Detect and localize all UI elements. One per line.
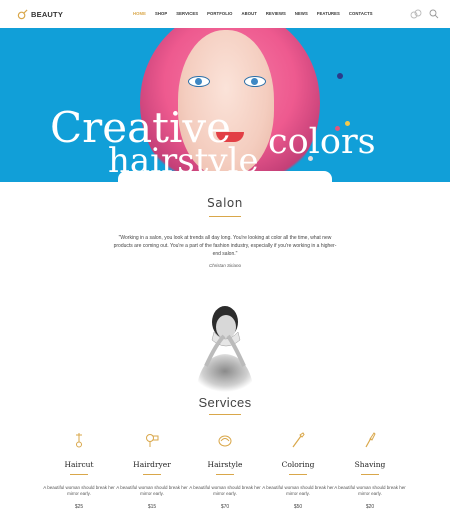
service-name: Hairdryer (133, 460, 171, 469)
service-card[interactable]: Shaving A beautiful woman should break h… (333, 432, 407, 510)
nav-home[interactable]: HOME (133, 11, 146, 16)
decor-dot (337, 73, 343, 79)
hero-tab (118, 171, 332, 193)
service-desc: A beautiful woman should break her mirro… (116, 485, 188, 496)
service-name: Hairstyle (207, 460, 243, 469)
service-name: Coloring (281, 460, 315, 469)
site-header: BEAUTY HOME SHOP SERVICES PORTFOLIO ABOU… (0, 0, 450, 28)
service-price: $50 (293, 504, 303, 510)
service-card[interactable]: Hairstyle A beautiful woman should break… (188, 432, 262, 510)
main-nav: HOME SHOP SERVICES PORTFOLIO ABOUT REVIE… (133, 11, 382, 16)
service-desc: A beautiful woman should break her mirro… (189, 485, 261, 496)
nav-shop[interactable]: SHOP (155, 11, 167, 16)
service-name: Haircut (64, 460, 94, 469)
brand-name: BEAUTY (31, 9, 64, 19)
service-divider (143, 474, 161, 475)
services-divider (209, 414, 241, 415)
hero-title-line3: colors (268, 122, 376, 162)
service-price: $15 (147, 504, 157, 510)
service-card[interactable]: Hairdryer A beautiful woman should break… (115, 432, 189, 510)
service-divider (289, 474, 307, 475)
service-name: Shaving (354, 460, 386, 469)
nav-portfolio[interactable]: PORTFOLIO (207, 11, 232, 16)
nav-reviews[interactable]: REVIEWS (266, 11, 286, 16)
service-divider (361, 474, 379, 475)
services-title: Services (198, 395, 252, 410)
nav-features[interactable]: FEATURES (317, 11, 340, 16)
salon-quote: "Working in a salon, you look at trends … (113, 235, 337, 257)
nav-about[interactable]: ABOUT (241, 11, 256, 16)
quote-author: Christan Siriano (208, 263, 241, 268)
service-card[interactable]: Coloring A beautiful woman should break … (261, 432, 335, 510)
brush-icon (292, 432, 305, 448)
service-desc: A beautiful woman should break her mirro… (334, 485, 406, 496)
header-actions (410, 8, 440, 20)
service-divider (216, 474, 234, 475)
search-icon[interactable] (428, 8, 440, 20)
service-divider (70, 474, 88, 475)
service-desc: A beautiful woman should break her mirro… (43, 485, 115, 496)
salon-title: Salon (207, 196, 243, 210)
logo-icon (17, 8, 28, 19)
nav-services[interactable]: SERVICES (176, 11, 198, 16)
nav-news[interactable]: NEWS (295, 11, 308, 16)
logo[interactable]: BEAUTY (17, 8, 63, 20)
hair-icon (218, 435, 232, 447)
service-desc: A beautiful woman should break her mirro… (262, 485, 334, 496)
cart-icon[interactable] (410, 8, 422, 20)
woman-photo (196, 306, 254, 392)
service-price: $20 (365, 504, 375, 510)
hairdryer-icon (146, 434, 159, 447)
salon-divider (209, 216, 241, 217)
service-card[interactable]: Haircut A beautiful woman should break h… (42, 432, 116, 510)
service-price: $70 (220, 504, 230, 510)
hero-eye-left (188, 76, 210, 87)
service-price: $25 (74, 504, 84, 510)
hero-eye-right (244, 76, 266, 87)
razor-icon (365, 432, 376, 448)
scissors-icon (76, 433, 82, 448)
hero-banner: Creative hairstyle colors (0, 28, 450, 182)
nav-contacts[interactable]: CONTACTS (349, 11, 373, 16)
